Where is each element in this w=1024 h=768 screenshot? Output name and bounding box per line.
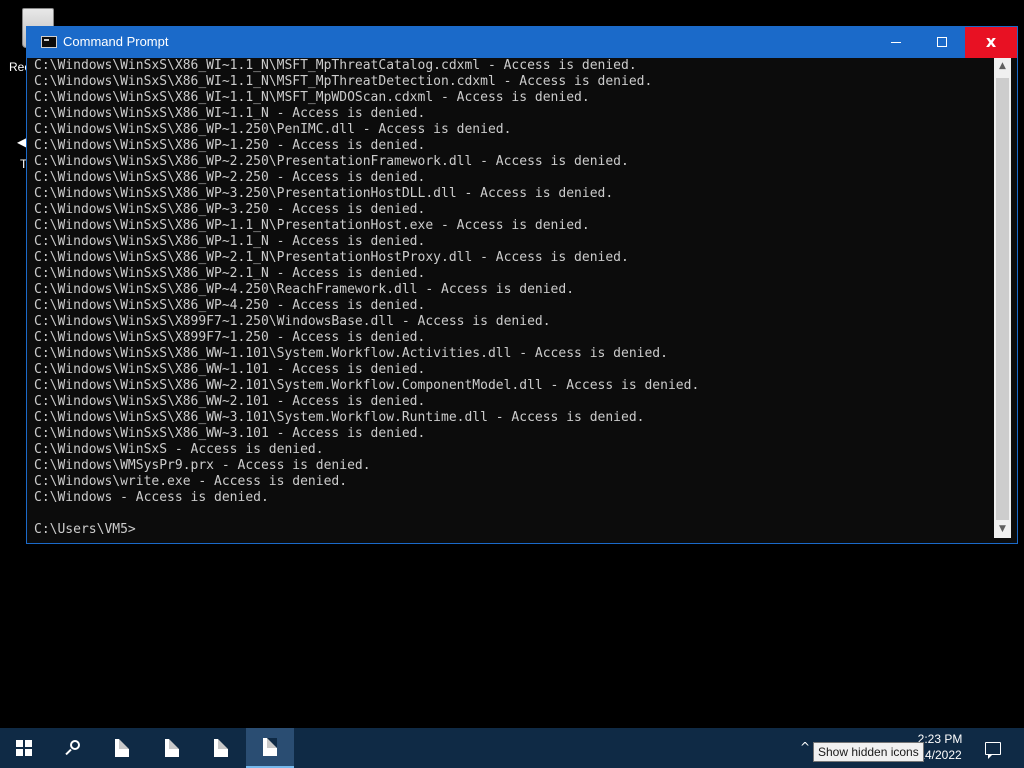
command-prompt-window: Command Prompt x C:\Windows\WinSxS\X86_W…: [26, 26, 1018, 544]
console-line: C:\Users\VM5>: [34, 522, 136, 537]
console-line: C:\Windows\WinSxS\X86_WI~1.1_N - Access …: [34, 106, 426, 121]
scroll-thumb[interactable]: [996, 78, 1009, 520]
action-center-button[interactable]: [978, 728, 1008, 768]
close-button[interactable]: x: [965, 27, 1017, 58]
console-line: C:\Windows\WinSxS\X86_WP~4.250\ReachFram…: [34, 282, 575, 297]
console-line: C:\Windows\WinSxS\X86_WP~2.250\Presentat…: [34, 154, 629, 169]
console-line: C:\Windows\WinSxS\X86_WW~3.101\System.Wo…: [34, 410, 645, 425]
console-line: C:\Windows\WinSxS\X86_WP~3.250 - Access …: [34, 202, 426, 217]
start-button[interactable]: [0, 728, 48, 768]
file-icon: [263, 738, 277, 756]
console-line: C:\Windows\WinSxS\X86_WP~2.1_N - Access …: [34, 266, 426, 281]
console-line: C:\Windows\WinSxS\X86_WI~1.1_N\MSFT_MpWD…: [34, 90, 590, 105]
console-line: C:\Windows\WinSxS\X86_WW~1.101 - Access …: [34, 362, 426, 377]
console-line: C:\Windows\WinSxS\X86_WW~2.101\System.Wo…: [34, 378, 700, 393]
console-line: C:\Windows\WinSxS\X899F7~1.250 - Access …: [34, 330, 426, 345]
taskbar-app-4-active[interactable]: [246, 728, 294, 768]
notification-icon: [985, 741, 1001, 759]
console-line: C:\Windows\WinSxS\X899F7~1.250\WindowsBa…: [34, 314, 551, 329]
minimize-button[interactable]: [873, 27, 919, 58]
scroll-down-icon[interactable]: ▼: [994, 521, 1011, 538]
file-icon: [214, 739, 228, 757]
console-line: C:\Windows\WinSxS\X86_WW~2.101 - Access …: [34, 394, 426, 409]
shortcut-arrow-icon: ◀: [17, 135, 27, 149]
console-line: C:\Windows\WinSxS\X86_WP~4.250 - Access …: [34, 298, 426, 313]
file-icon: [165, 739, 179, 757]
search-button[interactable]: [48, 728, 96, 768]
scroll-up-icon[interactable]: ▲: [994, 58, 1011, 75]
console-line: C:\Windows\WinSxS\X86_WW~1.101\System.Wo…: [34, 346, 668, 361]
console-line: C:\Windows\WinSxS\X86_WP~2.1_N\Presentat…: [34, 250, 629, 265]
console-line: C:\Windows\WinSxS\X86_WP~2.250 - Access …: [34, 170, 426, 185]
windows-logo-icon: [16, 740, 32, 756]
maximize-button[interactable]: [919, 27, 965, 58]
console-line: C:\Windows\WinSxS - Access is denied.: [34, 442, 324, 457]
console-line: C:\Windows\WMSysPr9.prx - Access is deni…: [34, 458, 371, 473]
console-line: C:\Windows\WinSxS\X86_WP~3.250\Presentat…: [34, 186, 614, 201]
show-hidden-icons-button[interactable]: ^: [800, 740, 810, 754]
console-line: C:\Windows\WinSxS\X86_WP~1.250\PenIMC.dl…: [34, 122, 512, 137]
console-line: C:\Windows\WinSxS\X86_WP~1.1_N - Access …: [34, 234, 426, 249]
window-title: Command Prompt: [63, 34, 169, 49]
console-line: C:\Windows\WinSxS\X86_WP~1.250 - Access …: [34, 138, 426, 153]
cmd-app-icon[interactable]: [41, 36, 57, 48]
console-line: C:\Windows\WinSxS\X86_WI~1.1_N\MSFT_MpTh…: [34, 74, 653, 89]
title-bar[interactable]: Command Prompt x: [27, 27, 1017, 58]
file-icon: [115, 739, 129, 757]
console-line: C:\Windows\write.exe - Access is denied.: [34, 474, 348, 489]
taskbar-app-1[interactable]: [98, 728, 146, 768]
taskbar-app-2[interactable]: [148, 728, 196, 768]
console-line: C:\Windows\WinSxS\X86_WI~1.1_N\MSFT_MpTh…: [34, 58, 637, 73]
maximize-icon: [937, 37, 947, 47]
console-line: C:\Windows - Access is denied.: [34, 490, 269, 505]
console-line: C:\Windows\WinSxS\X86_WW~3.101 - Access …: [34, 426, 426, 441]
search-icon: [64, 740, 80, 756]
desktop: Rec ◀ T Command Prompt x C:\Windows\WinS…: [0, 0, 1024, 728]
tooltip: Show hidden icons: [813, 742, 924, 762]
minimize-icon: [891, 41, 901, 43]
close-icon: x: [985, 32, 997, 51]
vertical-scrollbar[interactable]: ▲ ▼: [994, 58, 1011, 538]
console-line: C:\Windows\WinSxS\X86_WP~1.1_N\Presentat…: [34, 218, 590, 233]
taskbar-app-3[interactable]: [197, 728, 245, 768]
console-output[interactable]: C:\Windows\WinSxS\X86_WI~1.1_N\MSFT_MpTh…: [34, 58, 994, 538]
